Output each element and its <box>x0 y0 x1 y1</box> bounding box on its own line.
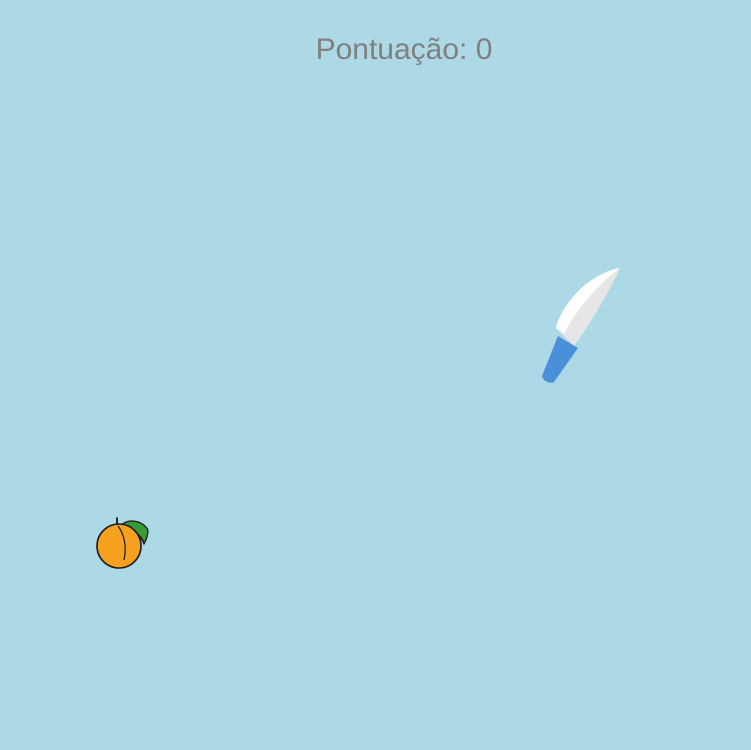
game-canvas[interactable]: Pontuação: 0 <box>0 0 751 750</box>
knife-icon[interactable] <box>538 264 624 386</box>
orange-icon[interactable] <box>94 516 152 572</box>
score-label: Pontuação: 0 <box>315 33 493 66</box>
